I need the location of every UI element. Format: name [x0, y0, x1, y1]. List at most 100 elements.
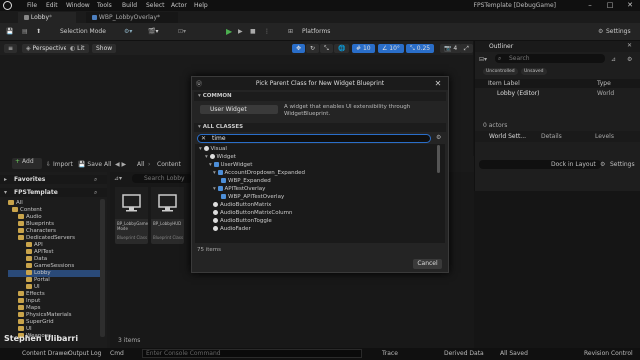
- class-item-audiobuttonmatrix[interactable]: AudioButtonMatrix: [213, 201, 271, 209]
- menu-build[interactable]: Build: [122, 2, 137, 9]
- filter-unsaved-chip[interactable]: Unsaved: [521, 68, 547, 75]
- class-item-wbp-apitestoverlay[interactable]: WBP_APITestOverlay: [221, 193, 284, 201]
- camera-speed-button[interactable]: 📷 4: [440, 44, 462, 53]
- folder-audio[interactable]: Audio: [18, 214, 42, 221]
- folder-maps[interactable]: Maps: [18, 305, 40, 312]
- class-item-accountdropdown[interactable]: ▾ AccountDropdown_Expanded: [213, 169, 305, 177]
- cancel-button[interactable]: Cancel: [413, 259, 442, 269]
- menu-window[interactable]: Window: [66, 2, 90, 9]
- folder-ui[interactable]: UI: [18, 326, 32, 333]
- save-icon[interactable]: 💾: [6, 27, 13, 37]
- stop-icon[interactable]: ■: [250, 27, 256, 37]
- play-options-icon[interactable]: ⋮: [264, 27, 270, 37]
- class-filter-field[interactable]: ✕: [197, 134, 431, 143]
- translate-icon[interactable]: ✥: [292, 44, 306, 53]
- class-item-audiobuttontoggle[interactable]: AudioButtonToggle: [213, 217, 272, 225]
- menu-actor[interactable]: Actor: [171, 2, 187, 9]
- class-search-input[interactable]: [212, 135, 412, 142]
- asset-tile-lobbygamemode[interactable]: BP_LobbyGame Mode Blueprint Class: [115, 187, 148, 244]
- common-section-header[interactable]: ▾ COMMON: [194, 92, 446, 101]
- dock-in-layout-button[interactable]: Dock in Layout: [551, 161, 596, 168]
- asset-search-input[interactable]: Search Lobby: [132, 174, 192, 183]
- outliner-settings-icon[interactable]: ⚙: [627, 56, 632, 63]
- class-item-apitestoverlay[interactable]: ▾ APITestOverlay: [213, 185, 265, 193]
- folder-physicsmaterials[interactable]: PhysicsMaterials: [18, 312, 72, 319]
- tab-lobby[interactable]: Lobby*: [18, 12, 76, 23]
- folder-all[interactable]: All: [8, 200, 23, 207]
- close-icon[interactable]: ✕: [433, 78, 443, 89]
- tab-details[interactable]: Details: [541, 133, 562, 140]
- add-button[interactable]: + Add: [12, 158, 42, 169]
- class-item-audiobuttonmatrixcolumn[interactable]: AudioButtonMatrixColumn: [213, 209, 292, 217]
- content-drawer-button[interactable]: Content Drawer: [22, 350, 70, 357]
- revision-control-button[interactable]: Revision Control: [584, 350, 633, 357]
- project-header[interactable]: ▾ FPSTemplate ⌕: [0, 188, 107, 197]
- folder-blueprints[interactable]: Blueprints: [18, 221, 54, 228]
- all-classes-section-header[interactable]: ▾ ALL CLASSES: [194, 123, 446, 132]
- show-button[interactable]: Show: [92, 44, 117, 53]
- all-saved-button[interactable]: All Saved: [500, 350, 528, 357]
- class-list-scrollbar[interactable]: [437, 145, 440, 173]
- class-item-userwidget[interactable]: ▾ UserWidget: [209, 161, 252, 169]
- close-outliner-icon[interactable]: ✕: [627, 42, 632, 49]
- perspective-button[interactable]: ◈ Perspective: [22, 44, 72, 53]
- derived-data-button[interactable]: Derived Data: [444, 350, 484, 357]
- favorites-header[interactable]: ▸ Favorites ⌕: [0, 175, 107, 184]
- platforms-icon[interactable]: ⊞: [288, 27, 293, 37]
- asset-filter-icon[interactable]: ⊿▾: [114, 175, 122, 182]
- menu-help[interactable]: Help: [194, 2, 208, 9]
- outliner-search-input[interactable]: ⌕ Search: [495, 54, 605, 63]
- maximize-viewport-icon[interactable]: ⤢: [460, 44, 473, 53]
- scale-snap-button[interactable]: ⤡ 0.25: [406, 44, 435, 53]
- scale-icon[interactable]: ⤡: [320, 44, 333, 53]
- folder-ui-dedicated[interactable]: UI: [26, 284, 40, 291]
- selection-mode-dropdown[interactable]: Selection Mode: [60, 27, 106, 37]
- cinematics-icon[interactable]: 🎬▾: [148, 27, 158, 37]
- lit-button[interactable]: ◐ Lit: [66, 44, 89, 53]
- save-all-button[interactable]: 💾 Save All: [78, 161, 111, 168]
- menu-tools[interactable]: Tools: [97, 2, 112, 9]
- blueprint-icon[interactable]: ⚙▾: [124, 27, 132, 37]
- import-button[interactable]: ⇩ Import: [46, 161, 73, 168]
- folder-supergrid[interactable]: SuperGrid: [18, 319, 54, 326]
- cb-settings-icon[interactable]: ⚙: [600, 161, 605, 168]
- history-back-icon[interactable]: ◀ ▶: [115, 161, 126, 168]
- maximize-icon[interactable]: □: [600, 0, 620, 11]
- close-window-icon[interactable]: ✕: [620, 0, 640, 11]
- outliner-row[interactable]: Lobby (Editor) World: [475, 89, 640, 98]
- class-item-widget[interactable]: ▾ Widget: [205, 153, 236, 161]
- tree-scrollbar[interactable]: [100, 199, 105, 337]
- console-command-input[interactable]: Enter Console Command: [142, 349, 362, 358]
- class-item-visual[interactable]: ▾ Visual: [199, 145, 227, 153]
- output-log-button[interactable]: Output Log: [68, 350, 101, 357]
- viewport-menu-icon[interactable]: ≡: [4, 44, 18, 53]
- folder-effects[interactable]: Effects: [18, 291, 45, 298]
- selection-mode-icon[interactable]: ⬆: [36, 27, 41, 37]
- search-folders-icon[interactable]: ⌕: [94, 189, 97, 197]
- folder-gamesessions[interactable]: GameSessions: [26, 263, 74, 270]
- folder-icon[interactable]: ▤: [22, 27, 28, 37]
- settings-button[interactable]: Settings: [606, 27, 631, 37]
- tab-levels[interactable]: Levels: [595, 133, 614, 140]
- folder-data[interactable]: Data: [26, 256, 47, 263]
- asset-tile-lobbyhud[interactable]: BP_LobbyHUD Blueprint Class: [151, 187, 184, 244]
- user-widget-button[interactable]: User Widget: [200, 105, 278, 114]
- tab-world-settings[interactable]: World Sett...: [489, 133, 526, 140]
- filter-uncontrolled-chip[interactable]: Uncontrolled: [483, 68, 518, 75]
- modes-icon[interactable]: ⊡▾: [178, 27, 186, 37]
- clear-filter-icon[interactable]: ✕: [201, 135, 206, 142]
- angle-snap-button[interactable]: ∠ 10°: [378, 44, 404, 53]
- cmd-dropdown[interactable]: Cmd: [110, 350, 124, 357]
- path-all[interactable]: All: [137, 161, 144, 168]
- tab-widget-blueprint[interactable]: WBP_LobbyOverlay*: [86, 12, 178, 23]
- settings-icon[interactable]: ⚙: [598, 27, 603, 37]
- class-item-wbp-expanded[interactable]: WBP_Expanded: [221, 177, 271, 185]
- platforms-dropdown[interactable]: Platforms: [302, 27, 330, 37]
- folder-content[interactable]: Content: [12, 207, 42, 214]
- play-button-icon[interactable]: ▶: [226, 27, 232, 37]
- add-filter-icon[interactable]: ⊟▾: [479, 56, 487, 63]
- folder-dedicatedservers[interactable]: DedicatedServers: [18, 235, 75, 242]
- folder-portal[interactable]: Portal: [26, 277, 50, 284]
- menu-file[interactable]: File: [27, 2, 37, 9]
- class-picker-settings-icon[interactable]: ⚙: [436, 134, 441, 141]
